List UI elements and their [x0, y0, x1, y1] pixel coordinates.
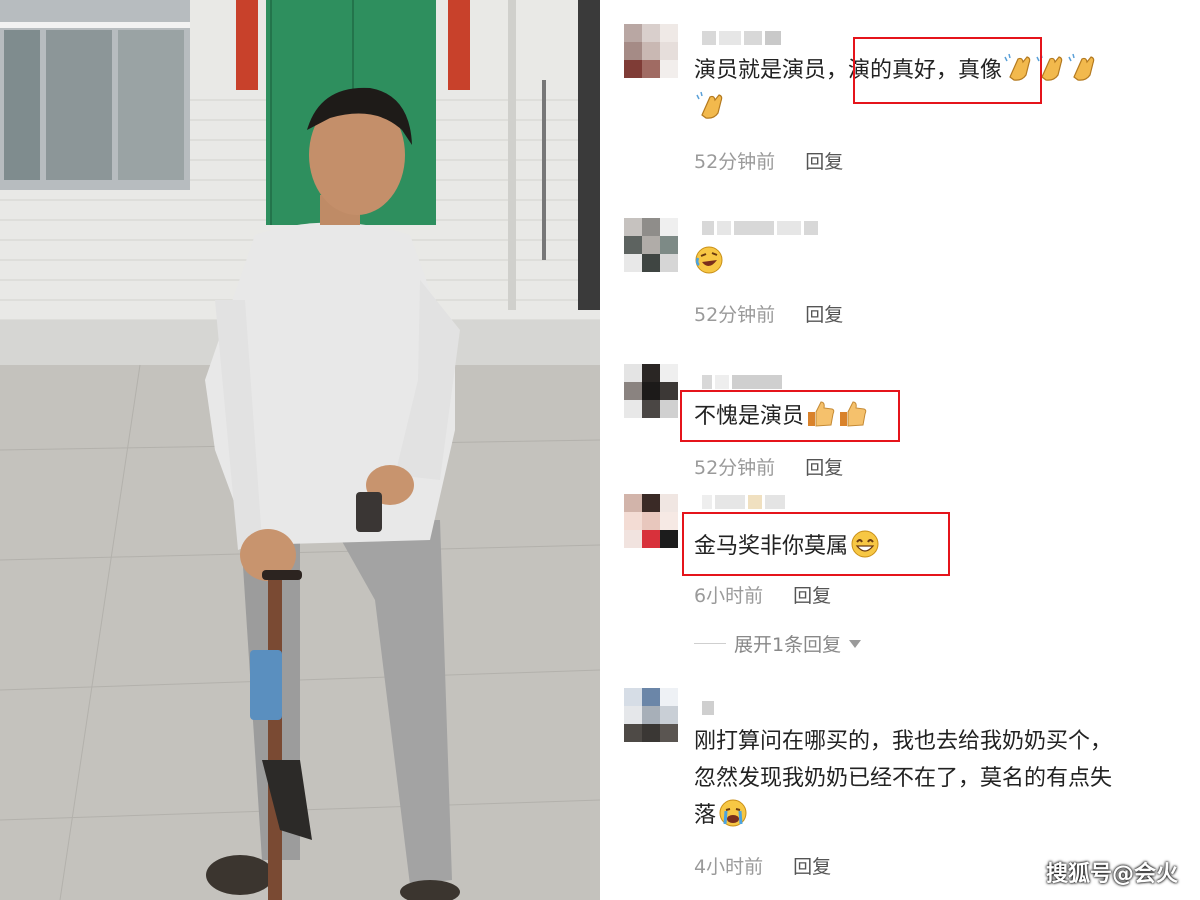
clap-icon [1068, 53, 1095, 81]
avatar[interactable] [624, 24, 678, 78]
avatar[interactable] [624, 688, 678, 742]
reply-button[interactable]: 回复 [805, 147, 843, 174]
comment-meta: 52分钟前 回复 [694, 453, 843, 480]
username-blurred[interactable] [702, 374, 782, 390]
reply-button[interactable]: 回复 [805, 453, 843, 480]
username-blurred[interactable] [702, 494, 785, 510]
thumbs-up-icon [808, 401, 835, 427]
triangle-down-icon [849, 639, 862, 648]
comment-text-line: 忽然发现我奶奶已经不在了，莫名的有点失 [694, 766, 1113, 791]
expand-replies-button[interactable]: 展开1条回复 [694, 630, 862, 657]
rofl-icon [695, 246, 723, 274]
comment-time: 52分钟前 [694, 304, 776, 326]
username-blurred[interactable] [702, 220, 818, 236]
comment-meta: 52分钟前 回复 [694, 147, 843, 174]
clap-icon [1004, 53, 1031, 81]
video-frame-photo [0, 0, 600, 900]
comment-text: 不愧是演员 [694, 398, 868, 436]
comment-body: 演员就是演员，演的真好，真像 [694, 58, 1003, 83]
comment-time: 52分钟前 [694, 457, 776, 479]
comment-body: 金马奖非你莫属 [694, 534, 849, 559]
comment-text-line: 落 [694, 803, 717, 828]
comment-time: 6小时前 [694, 585, 764, 607]
divider-line [694, 643, 726, 644]
comment-time: 52分钟前 [694, 151, 776, 173]
reply-button[interactable]: 回复 [805, 300, 843, 327]
man-with-cane-photo [0, 0, 600, 900]
comment-meta: 4小时前 回复 [694, 852, 831, 879]
thumbs-up-icon [840, 401, 867, 427]
comment-text-wrap [694, 90, 726, 128]
comment-text: 演员就是演员，演的真好，真像 [694, 52, 1098, 90]
comment-meta: 6小时前 回复 [694, 581, 831, 608]
comment-text [694, 244, 724, 282]
comment-text-line: 刚打算问在哪买的，我也去给我奶奶买个， [694, 729, 1113, 754]
comment-meta: 52分钟前 回复 [694, 300, 843, 327]
reply-button[interactable]: 回复 [793, 852, 831, 879]
avatar[interactable] [624, 218, 678, 272]
comment-time: 4小时前 [694, 856, 764, 878]
crying-icon [719, 799, 747, 827]
clap-icon [1036, 53, 1063, 81]
comment-text: 金马奖非你莫属 [694, 528, 880, 566]
comment-body: 不愧是演员 [694, 404, 805, 429]
watermark: 搜狐号@会火 [1045, 862, 1178, 887]
expand-replies-label: 展开1条回复 [734, 634, 842, 656]
username-blurred[interactable] [702, 700, 714, 716]
comment-text: 落 [694, 797, 748, 835]
avatar[interactable] [624, 364, 678, 418]
reply-button[interactable]: 回复 [793, 581, 831, 608]
avatar[interactable] [624, 494, 678, 548]
grin-icon [851, 530, 879, 558]
clap-icon [696, 91, 723, 119]
username-blurred[interactable] [702, 30, 781, 46]
